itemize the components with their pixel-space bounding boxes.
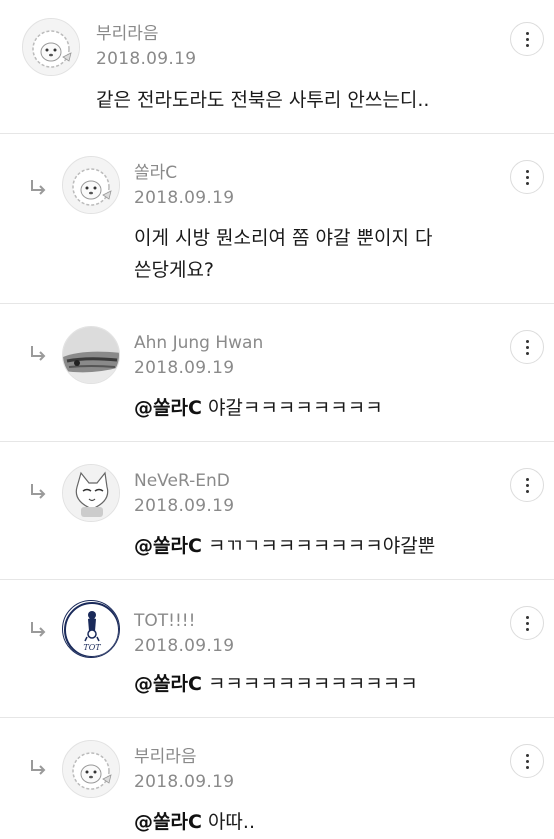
dot: [525, 615, 529, 619]
dot: [525, 351, 529, 355]
comment-author[interactable]: Ahn Jung Hwan: [134, 332, 263, 354]
reply-item: TOT TOT!!!! 2018.09.19 @쏠라C ㅋㅋㅋㅋㅋㅋㅋㅋㅋㅋㅋㅋ: [0, 580, 554, 718]
more-options-button[interactable]: [510, 22, 544, 56]
reply-arrow-icon: [31, 484, 46, 499]
comment-date: 2018.09.19: [134, 636, 235, 656]
hedgehog-avatar-icon[interactable]: [62, 740, 120, 798]
comment-text: @쏠라C ㅋㅋㅋㅋㅋㅋㅋㅋㅋㅋㅋㅋ: [134, 668, 418, 700]
dot: [525, 175, 529, 179]
dot: [525, 759, 529, 763]
reply-item: 쏠라C 2018.09.19 이게 시방 뭔소리여 쫌 야갈 뿐이지 다 쓴당게…: [0, 134, 554, 304]
comment-date: 2018.09.19: [96, 49, 197, 69]
comment-text-body: 야갈ㅋㅋㅋㅋㅋㅋㅋㅋ: [201, 397, 383, 419]
comment-author[interactable]: 쏠라C: [134, 162, 234, 184]
comment-date: 2018.09.19: [134, 772, 235, 792]
hedgehog-avatar-icon[interactable]: [62, 156, 120, 214]
comment-author[interactable]: 부리라음: [134, 746, 234, 768]
comment-date: 2018.09.19: [134, 188, 235, 208]
reply-arrow-icon: [31, 760, 46, 775]
dot: [525, 339, 529, 343]
comment-author[interactable]: NeVeR-EnD: [134, 470, 234, 492]
dot: [525, 43, 529, 47]
comment-text-body: ㅋㄲㄱㅋㅋㅋㅋㅋㅋㅋ야갈뿐: [201, 535, 436, 557]
car-photo-avatar-icon[interactable]: [62, 326, 120, 384]
dot: [525, 181, 529, 185]
comment-text: @쏠라C 아따..: [134, 806, 255, 838]
comment-author[interactable]: TOT!!!!: [134, 610, 234, 632]
more-options-button[interactable]: [510, 606, 544, 640]
mention-link[interactable]: @쏠라C: [134, 535, 202, 557]
comment-text: 이게 시방 뭔소리여 쫌 야갈 뿐이지 다 쓴당게요?: [134, 227, 433, 281]
comment-text: @쏠라C ㅋㄲㄱㅋㅋㅋㅋㅋㅋㅋ야갈뿐: [134, 530, 435, 562]
dot: [525, 753, 529, 757]
comment-text-body: 아따..: [201, 811, 255, 833]
dot: [525, 627, 529, 631]
reply-arrow-icon: [31, 180, 46, 195]
reply-item: Ahn Jung Hwan 2018.09.19 @쏠라C 야갈ㅋㅋㅋㅋㅋㅋㅋㅋ: [0, 304, 554, 442]
dot: [525, 169, 529, 173]
dot: [525, 765, 529, 769]
mention-link[interactable]: @쏠라C: [134, 397, 202, 419]
dot: [525, 31, 529, 35]
comment-text: @쏠라C 야갈ㅋㅋㅋㅋㅋㅋㅋㅋ: [134, 392, 383, 424]
reply-arrow-icon: [31, 622, 46, 637]
dot: [525, 489, 529, 493]
dot: [525, 621, 529, 625]
reply-item: NeVeR-EnD 2018.09.19 @쏠라C ㅋㄲㄱㅋㅋㅋㅋㅋㅋㅋ야갈뿐: [0, 442, 554, 580]
more-options-button[interactable]: [510, 160, 544, 194]
mention-link[interactable]: @쏠라C: [134, 673, 202, 695]
cat-avatar-icon[interactable]: [62, 464, 120, 522]
hedgehog-avatar-icon[interactable]: [22, 18, 80, 76]
comment-date: 2018.09.19: [134, 496, 235, 516]
comment-author[interactable]: 부리라음: [96, 23, 196, 45]
dot: [525, 477, 529, 481]
more-options-button[interactable]: [510, 330, 544, 364]
dot: [525, 483, 529, 487]
comment-text: 같은 전라도라도 전북은 사투리 안쓰는디..: [96, 89, 430, 111]
dot: [525, 37, 529, 41]
dot: [525, 345, 529, 349]
tottenham-crest-avatar-icon[interactable]: TOT: [62, 600, 120, 658]
comment-date: 2018.09.19: [134, 358, 235, 378]
crest-label: TOT: [83, 643, 101, 652]
reply-item: 부리라음 2018.09.19 @쏠라C 아따..: [0, 718, 554, 839]
comment-text-body: ㅋㅋㅋㅋㅋㅋㅋㅋㅋㅋㅋㅋ: [201, 673, 418, 695]
mention-link[interactable]: @쏠라C: [134, 811, 202, 833]
more-options-button[interactable]: [510, 468, 544, 502]
comment-item: 부리라음 2018.09.19 같은 전라도라도 전북은 사투리 안쓰는디..: [0, 0, 554, 134]
more-options-button[interactable]: [510, 744, 544, 778]
reply-arrow-icon: [31, 346, 46, 361]
